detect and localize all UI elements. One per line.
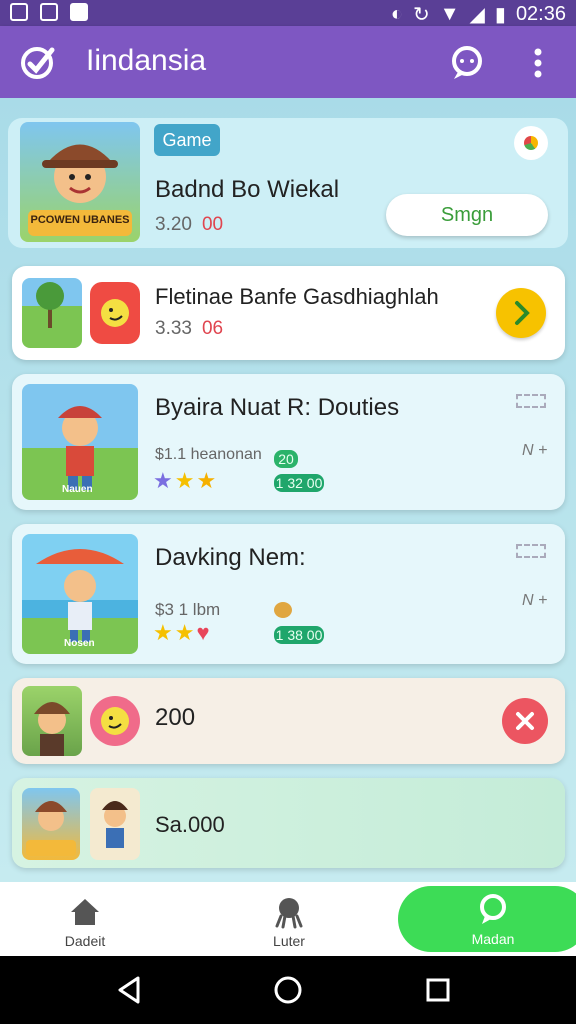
recents-icon[interactable]: [426, 978, 450, 1002]
spinner-icon: [514, 126, 548, 160]
signal-icon: ◢: [469, 4, 485, 26]
edit-logo-icon[interactable]: [18, 44, 56, 82]
ticket-icon: [516, 394, 546, 408]
price-badge: 1 38 00: [274, 626, 324, 644]
game-icon: [90, 282, 140, 344]
game-card[interactable]: Sa.000: [12, 778, 565, 868]
game-card[interactable]: Fletinae Banfe Gasdhiaghlah 3.33 06: [12, 266, 565, 360]
emoji-icon: [90, 696, 140, 746]
game-title: Sa.000: [155, 812, 225, 837]
system-navigation-bar: [0, 956, 576, 1024]
top-badge: 20: [274, 450, 298, 468]
game-price: $1.1 heanonan: [155, 446, 262, 463]
status-time: 02:36: [515, 3, 566, 25]
game-card[interactable]: Nauen Byaira Nuat R: Douties $1.1 heanon…: [12, 374, 565, 510]
app-title: Iindansia: [86, 44, 207, 77]
game-thumbnail: [22, 788, 80, 860]
octopus-icon: [275, 898, 303, 929]
status-bar: ◐ ↻ ▼ ◢ ▮ 02:36: [0, 0, 576, 26]
game-card[interactable]: Nosen Davking Nem: $3 1 lbm ★★♥ 1 38 00 …: [12, 524, 565, 664]
side-label: N +: [522, 592, 548, 609]
thumbnail-caption: PCOWEN UBANES: [30, 214, 130, 226]
nav-item-luter[interactable]: Luter: [244, 882, 334, 956]
mail-notification-icon: [40, 3, 58, 21]
action-button[interactable]: Smgn: [386, 194, 548, 236]
rating-stars: ★★♥: [153, 620, 212, 645]
chat-icon: [480, 894, 506, 924]
nav-item-home[interactable]: Dadeit: [40, 882, 130, 956]
game-price: $3 1 lbm: [155, 600, 221, 619]
game-thumbnail: [90, 788, 140, 860]
thumbnail-caption: Nauen: [62, 484, 93, 495]
nav-label: Luter: [273, 933, 305, 949]
featured-game-card[interactable]: PCOWEN UBANES Game Badnd Bo Wiekal 3.20 0…: [8, 118, 568, 248]
game-thumbnail: PCOWEN UBANES: [20, 122, 140, 242]
side-label: N +: [522, 442, 548, 459]
game-title: Fletinae Banfe Gasdhiaghlah: [155, 284, 439, 309]
nav-label: Dadeit: [64, 933, 106, 949]
game-title: Badnd Bo Wiekal: [155, 176, 340, 203]
category-tag: Game: [154, 124, 220, 156]
game-title: Byaira Nuat R: Douties: [155, 394, 400, 421]
game-card[interactable]: 200: [12, 678, 565, 764]
game-title: Davking Nem:: [155, 544, 306, 571]
home-icon: [71, 899, 99, 925]
sync-icon: ↻: [412, 4, 430, 26]
app-notification-icon: [70, 3, 88, 21]
nav-label: Madan: [471, 931, 515, 947]
battery-icon: ▮: [494, 4, 506, 26]
app-bar: Iindansia: [0, 26, 576, 98]
nav-item-madan[interactable]: Madan: [398, 886, 576, 952]
thumbnail-caption: Nosen: [64, 638, 95, 649]
home-button-icon[interactable]: [274, 976, 302, 1004]
vibrate-icon: ◐: [390, 3, 403, 25]
ticket-icon: [516, 544, 546, 558]
next-button[interactable]: [496, 288, 546, 338]
game-thumbnail: Nosen: [22, 534, 138, 654]
game-thumbnail: Nauen: [22, 384, 138, 500]
rating-stars: ★★★: [153, 468, 219, 493]
game-title: 200: [155, 704, 196, 731]
chat-icon[interactable]: [448, 44, 486, 82]
image-notification-icon: [10, 3, 28, 21]
game-price: 3.33 06: [155, 318, 224, 339]
game-price: 3.20 00: [155, 214, 224, 235]
close-button[interactable]: [502, 698, 548, 744]
more-vert-icon[interactable]: [526, 44, 550, 82]
close-icon: [516, 712, 534, 730]
chevron-right-icon: [515, 301, 530, 325]
back-icon[interactable]: [118, 976, 140, 1004]
bottom-navigation: Dadeit Luter Madan: [0, 882, 576, 956]
game-thumbnail: [22, 686, 82, 756]
game-list[interactable]: PCOWEN UBANES Game Badnd Bo Wiekal 3.20 0…: [0, 98, 576, 882]
cookie-icon: [274, 602, 292, 618]
game-thumbnail: [22, 278, 82, 348]
wifi-icon: ▼: [439, 3, 460, 25]
price-badge: 1 32 00: [274, 474, 324, 492]
